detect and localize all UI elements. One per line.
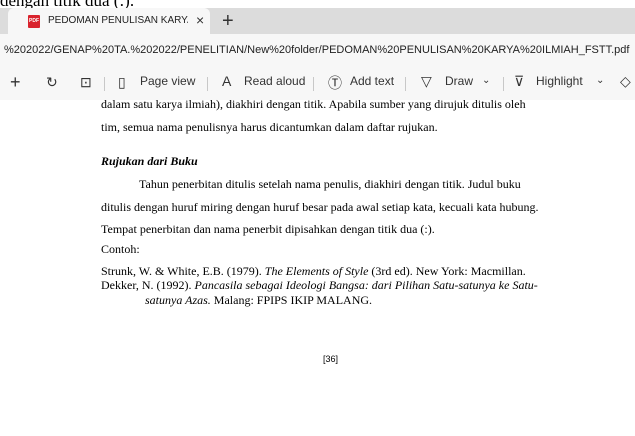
chevron-down-icon[interactable]: ⌄ (482, 75, 490, 86)
address-bar[interactable]: %202022/GENAP%20TA.%202022/PENELITIAN/Ne… (0, 34, 635, 66)
page-view-icon: ▯ (118, 74, 126, 90)
eraser-icon[interactable]: ◇ (620, 73, 631, 90)
highlight-icon: ⊽ (514, 73, 525, 89)
read-aloud-icon: A (222, 73, 232, 89)
draw-icon: ▽ (421, 73, 432, 89)
fit-page-icon[interactable]: ⊡ (80, 74, 92, 91)
add-text-button[interactable]: Add text (350, 74, 394, 88)
doc-line: Tahun penerbitan ditulis setelah nama pe… (139, 177, 521, 191)
close-icon[interactable]: × (196, 12, 204, 28)
doc-line: Tempat penerbitan dan nama penerbit dipi… (101, 222, 435, 236)
pdf-icon: PDF (28, 15, 40, 28)
doc-line: Contoh: (101, 242, 140, 256)
chevron-down-icon[interactable]: ⌄ (596, 75, 604, 86)
pdf-page: dalam satu karya ilmiah), diakhiri denga… (0, 97, 635, 436)
tab-title: PEDOMAN PENULISAN KARYA IL (48, 15, 188, 26)
pdf-toolbar: + ↻ ⊡ ▯ Page view A Read aloud Ⓣ Add tex… (0, 66, 635, 101)
doc-line: tim, semua nama penulisnya harus dicantu… (101, 120, 438, 134)
url-text[interactable]: %202022/GENAP%20TA.%202022/PENELITIAN/Ne… (4, 44, 629, 56)
draw-button[interactable]: Draw (445, 74, 473, 88)
new-tab-button[interactable]: + (222, 10, 234, 33)
doc-line: ditulis dengan huruf miring dengan huruf… (101, 200, 539, 214)
page-view-button[interactable]: Page view (140, 74, 195, 88)
reference-entry-cont: satunya Azas. Malang: FPIPS IKIP MALANG. (145, 293, 373, 307)
read-aloud-button[interactable]: Read aloud (244, 74, 305, 88)
rotate-icon[interactable]: ↻ (46, 74, 58, 91)
highlight-button[interactable]: Highlight (536, 74, 583, 88)
reference-entry: Strunk, W. & White, E.B. (1979). The Ele… (101, 264, 526, 278)
tab-pdf[interactable]: PDF PEDOMAN PENULISAN KARYA IL × (8, 8, 210, 34)
add-text-icon: Ⓣ (328, 75, 342, 91)
tab-bar: PDF PEDOMAN PENULISAN KARYA IL × + (0, 8, 635, 34)
doc-line: dalam satu karya ilmiah), diakhiri denga… (101, 97, 526, 111)
page-number: [36] (323, 354, 339, 364)
add-icon[interactable]: + (10, 72, 21, 93)
reference-entry: Dekker, N. (1992). Pancasila sebagai Ide… (101, 278, 538, 292)
section-heading: Rujukan dari Buku (101, 154, 198, 168)
